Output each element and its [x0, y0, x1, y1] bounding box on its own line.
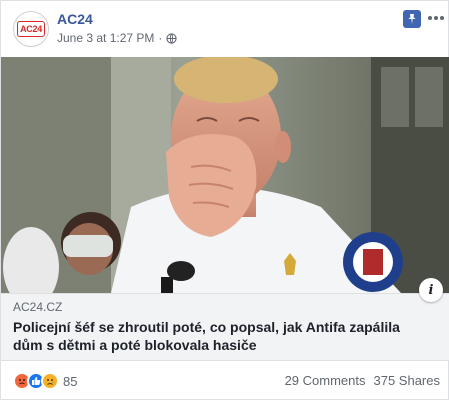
dot	[428, 16, 432, 20]
link-preview[interactable]: i AC24.CZ Policejní šéf se zhroutil poté…	[1, 278, 449, 361]
meta-separator: ·	[158, 31, 163, 45]
avatar-logo: AC24	[17, 21, 45, 37]
link-headline[interactable]: Policejní šéf se zhroutil poté, co popsa…	[13, 318, 433, 354]
shares-count-link[interactable]: 375 Shares	[374, 373, 441, 388]
facebook-post: AC24 AC24 June 3 at 1:27 PM · i AC24.CZ …	[0, 0, 449, 400]
link-domain: AC24.CZ	[13, 300, 63, 314]
more-dots-icon[interactable]	[427, 9, 445, 27]
post-footer: 85 29 Comments 375 Shares	[1, 361, 449, 400]
dot	[440, 16, 444, 20]
reaction-summary[interactable]: 85	[13, 372, 77, 390]
page-avatar[interactable]: AC24	[13, 11, 49, 47]
post-timestamp[interactable]: June 3 at 1:27 PM	[57, 31, 154, 45]
pin-icon[interactable]	[403, 10, 421, 28]
post-header: AC24 AC24 June 3 at 1:27 PM ·	[1, 1, 449, 57]
sad-reaction-icon	[41, 372, 59, 390]
globe-icon	[166, 32, 178, 44]
post-image[interactable]	[1, 57, 449, 293]
dot	[434, 16, 438, 20]
post-meta: June 3 at 1:27 PM ·	[57, 31, 178, 45]
page-name-link[interactable]: AC24	[57, 11, 93, 27]
reaction-count: 85	[63, 373, 78, 389]
comments-count-link[interactable]: 29 Comments	[285, 373, 366, 388]
post-photo	[1, 57, 449, 293]
engagement-stats: 29 Comments 375 Shares	[285, 373, 440, 388]
info-icon[interactable]: i	[419, 278, 443, 302]
